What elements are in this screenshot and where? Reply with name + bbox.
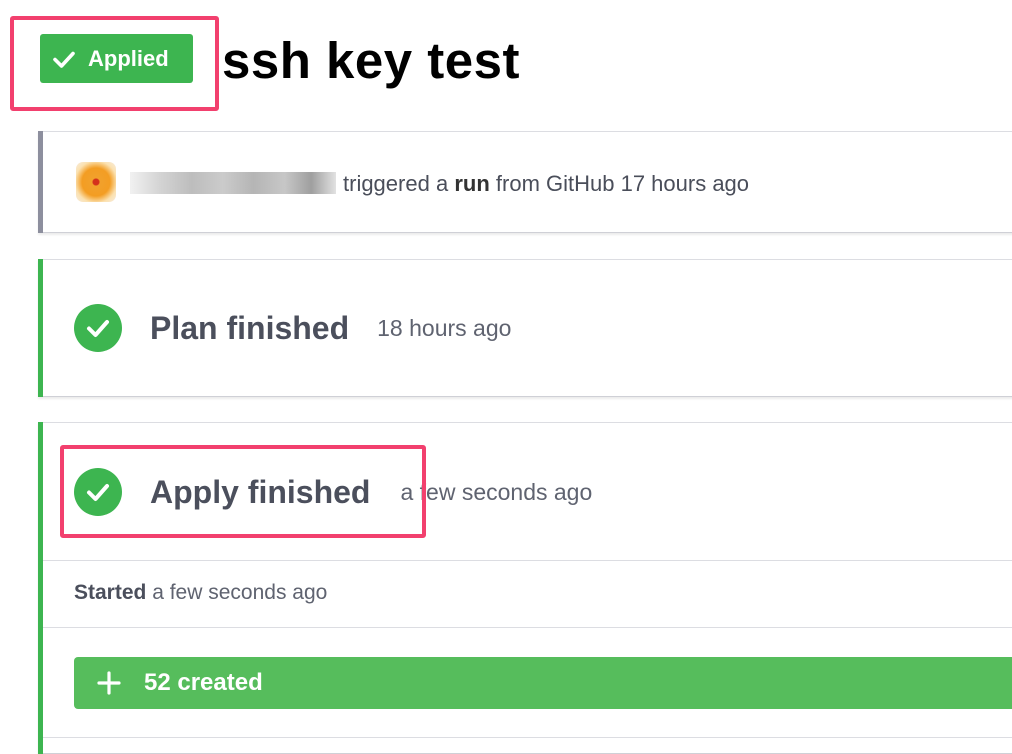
divider xyxy=(43,560,1012,561)
trigger-card: triggered a run from GitHub 17 hours ago xyxy=(38,131,1012,233)
trigger-description: triggered a run from GitHub 17 hours ago xyxy=(343,170,749,198)
run-header: Applied ssh key test xyxy=(0,0,1012,120)
created-count-label: 52 created xyxy=(144,669,263,696)
plan-time: 18 hours ago xyxy=(377,314,512,341)
status-badge: Applied xyxy=(40,34,193,83)
apply-started-line: Started a few seconds ago xyxy=(74,581,327,605)
check-circle-icon xyxy=(74,304,122,352)
run-link[interactable]: run xyxy=(454,171,489,196)
plan-status-row: Plan finished 18 hours ago xyxy=(74,304,511,352)
plan-card[interactable]: Plan finished 18 hours ago xyxy=(38,259,1012,397)
trigger-text-suffix: from GitHub 17 hours ago xyxy=(495,171,750,196)
trigger-text-prefix: triggered a xyxy=(343,171,449,196)
started-label: Started xyxy=(74,581,147,604)
divider xyxy=(43,627,1012,628)
page-title: ssh key test xyxy=(222,32,521,89)
check-icon xyxy=(52,47,76,71)
avatar[interactable] xyxy=(76,162,116,202)
plan-title: Plan finished xyxy=(150,309,350,346)
apply-card: Apply finished a few seconds ago Started… xyxy=(38,422,1012,754)
resources-created-bar[interactable]: 52 created xyxy=(74,657,1012,709)
started-time: a few seconds ago xyxy=(152,581,328,604)
plus-icon xyxy=(96,670,122,696)
apply-time: a few seconds ago xyxy=(400,478,593,505)
highlight-annotation xyxy=(60,445,426,538)
status-badge-label: Applied xyxy=(88,45,169,71)
redacted-username xyxy=(130,172,336,194)
